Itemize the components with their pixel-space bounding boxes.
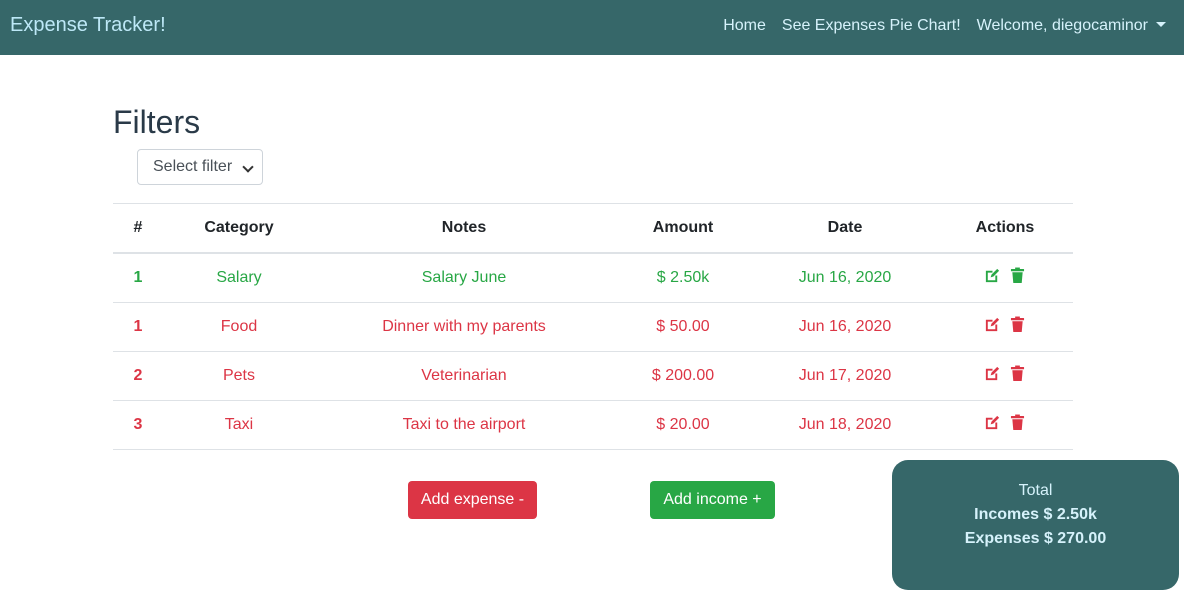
header-number: # bbox=[113, 203, 163, 254]
edit-icon[interactable] bbox=[984, 365, 1001, 382]
header-amount: Amount bbox=[613, 203, 753, 254]
navbar: Expense Tracker! Home See Expenses Pie C… bbox=[0, 0, 1184, 55]
total-expenses: Expenses $ 270.00 bbox=[964, 530, 1107, 547]
add-income-button[interactable]: Add income + bbox=[650, 481, 775, 519]
row-amount: $ 2.50k bbox=[613, 253, 753, 303]
row-amount: $ 200.00 bbox=[613, 351, 753, 401]
row-notes: Dinner with my parents bbox=[315, 302, 613, 352]
edit-icon[interactable] bbox=[984, 414, 1001, 431]
trash-icon[interactable] bbox=[1009, 267, 1026, 284]
row-date: Jun 16, 2020 bbox=[753, 302, 937, 352]
totals-summary: Total Incomes $ 2.50k Expenses $ 270.00 bbox=[892, 460, 1179, 590]
table-row: 1 Food Dinner with my parents $ 50.00 Jun 16… bbox=[113, 302, 1073, 352]
chevron-down-icon bbox=[242, 161, 254, 173]
row-amount: $ 50.00 bbox=[613, 302, 753, 352]
trash-icon[interactable] bbox=[1009, 414, 1026, 431]
user-menu-dropdown[interactable]: Welcome, diegocaminor bbox=[977, 17, 1166, 35]
row-actions bbox=[937, 400, 1073, 450]
row-number: 1 bbox=[113, 302, 163, 352]
row-notes: Salary June bbox=[315, 253, 613, 303]
row-category: Pets bbox=[163, 351, 315, 401]
total-incomes: Incomes $ 2.50k bbox=[974, 506, 1097, 523]
user-menu-label: Welcome, diegocaminor bbox=[976, 17, 1148, 34]
row-category: Food bbox=[163, 302, 315, 352]
filter-select[interactable]: Select filter bbox=[137, 149, 263, 185]
edit-icon[interactable] bbox=[984, 267, 1001, 284]
filter-select-value: Select filter bbox=[153, 158, 233, 175]
brand-link[interactable]: Expense Tracker! bbox=[10, 14, 166, 37]
add-expense-button[interactable]: Add expense - bbox=[408, 481, 537, 519]
row-number: 3 bbox=[113, 400, 163, 450]
row-amount: $ 20.00 bbox=[613, 400, 753, 450]
header-category: Category bbox=[163, 203, 315, 254]
row-category: Taxi bbox=[163, 400, 315, 450]
row-actions bbox=[937, 302, 1073, 352]
table-header-row: # Category Notes Amount Date Actions bbox=[113, 203, 1073, 254]
nav-links: Home See Expenses Pie Chart! Welcome, di… bbox=[723, 17, 1166, 35]
header-actions: Actions bbox=[937, 203, 1073, 254]
row-actions bbox=[937, 351, 1073, 401]
table-row: 2 Pets Veterinarian $ 200.00 Jun 17, 2020 bbox=[113, 351, 1073, 401]
row-actions bbox=[937, 253, 1073, 303]
row-notes: Taxi to the airport bbox=[315, 400, 613, 450]
caret-down-icon bbox=[1156, 22, 1166, 27]
filters-title: Filters bbox=[113, 104, 201, 140]
table-row: 3 Taxi Taxi to the airport $ 20.00 Jun 18, 2… bbox=[113, 400, 1073, 450]
nav-pie-chart-link[interactable]: See Expenses Pie Chart! bbox=[782, 17, 961, 35]
row-notes: Veterinarian bbox=[315, 351, 613, 401]
row-date: Jun 18, 2020 bbox=[753, 400, 937, 450]
trash-icon[interactable] bbox=[1009, 365, 1026, 382]
header-date: Date bbox=[753, 203, 937, 254]
trash-icon[interactable] bbox=[1009, 316, 1026, 333]
nav-home-link[interactable]: Home bbox=[723, 17, 766, 35]
header-notes: Notes bbox=[315, 203, 613, 254]
transactions-table: # Category Notes Amount Date Actions 1 Sa… bbox=[113, 203, 1073, 450]
row-number: 2 bbox=[113, 351, 163, 401]
totals-title: Total bbox=[1018, 482, 1053, 499]
row-category: Salary bbox=[163, 253, 315, 303]
edit-icon[interactable] bbox=[984, 316, 1001, 333]
table-row: 1 Salary Salary June $ 2.50k Jun 16, 2020 bbox=[113, 253, 1073, 303]
row-date: Jun 16, 2020 bbox=[753, 253, 937, 303]
row-number: 1 bbox=[113, 253, 163, 303]
row-date: Jun 17, 2020 bbox=[753, 351, 937, 401]
